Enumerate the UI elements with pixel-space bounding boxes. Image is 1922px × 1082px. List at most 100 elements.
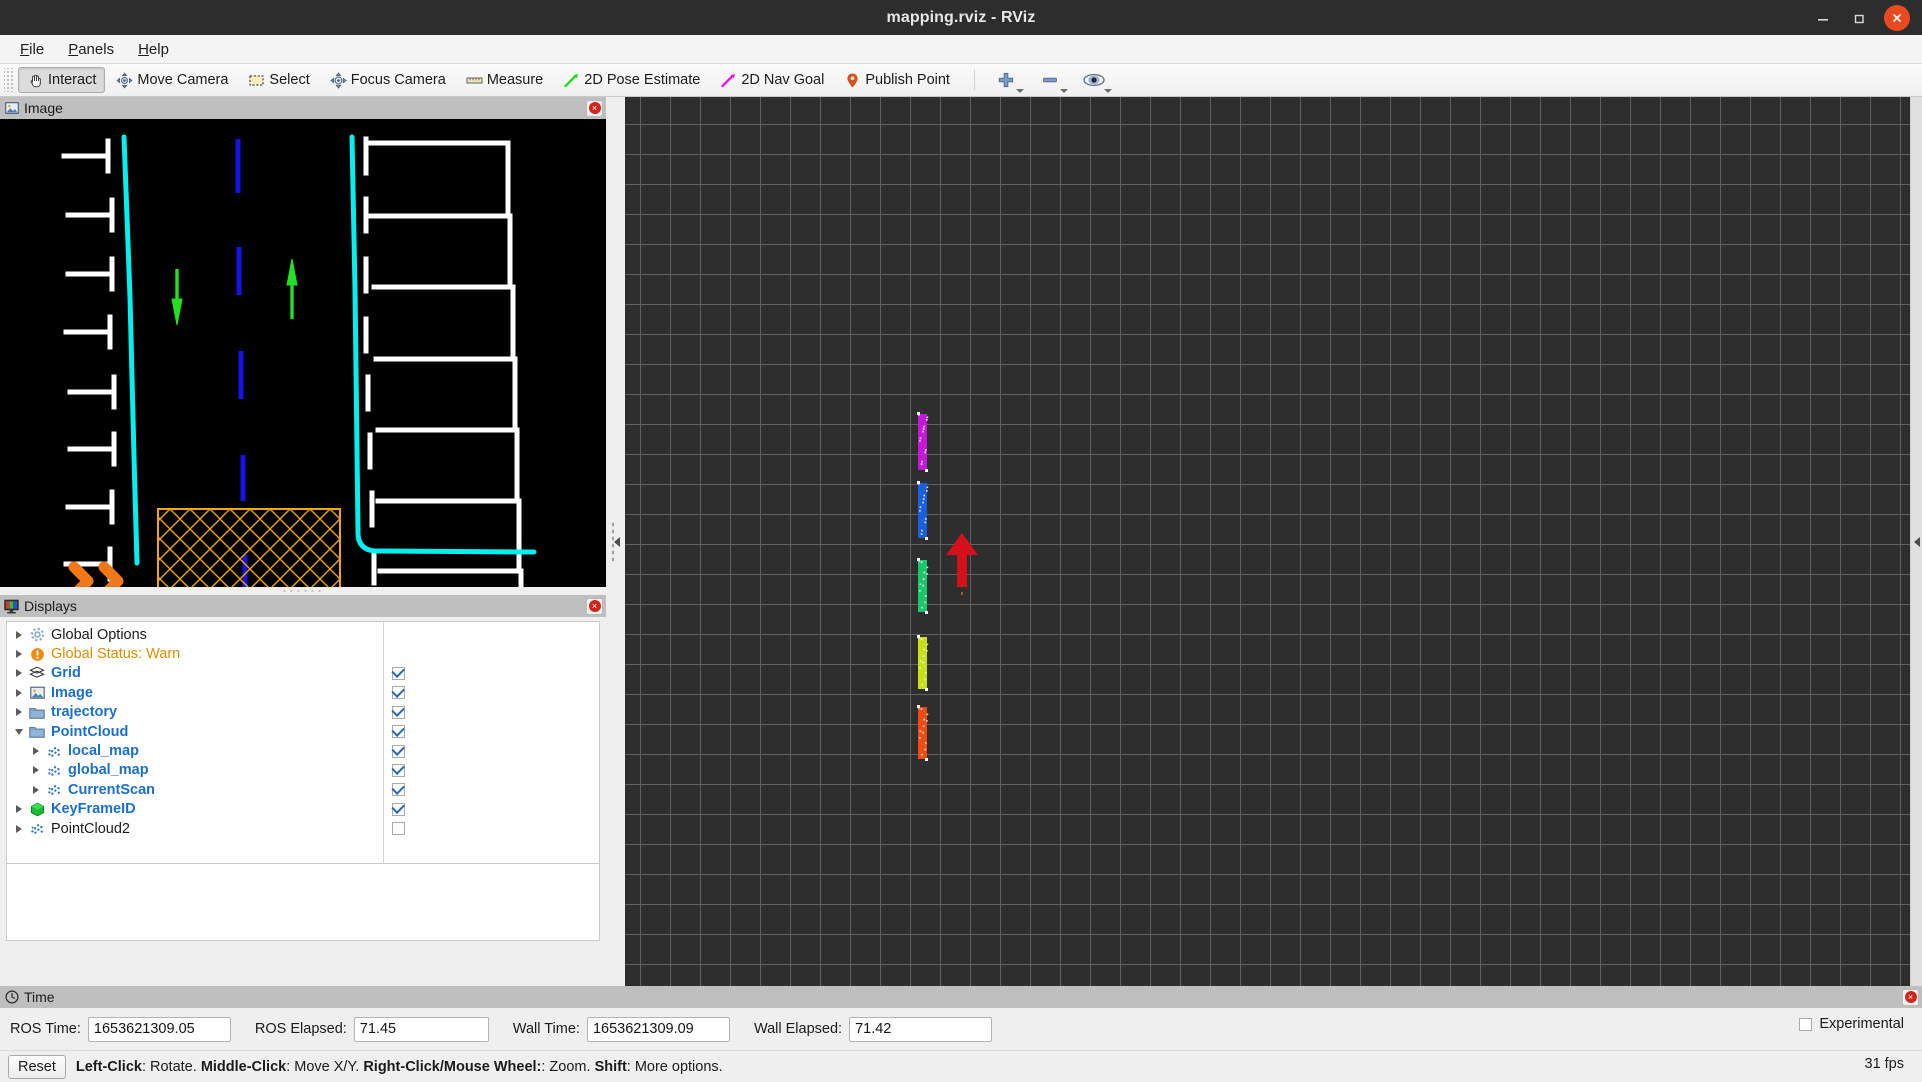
menu-panels[interactable]: Panels	[58, 37, 124, 62]
tool-measure[interactable]: Measure	[457, 67, 552, 93]
hatched-no-parking-zone	[157, 508, 341, 595]
clock-icon	[4, 990, 19, 1005]
tool-interact[interactable]: Interact	[18, 67, 106, 93]
experimental-toggle[interactable]: Experimental	[1799, 1016, 1904, 1032]
ruler-icon	[466, 72, 483, 89]
displays-panel-close-button[interactable]: ×	[586, 597, 603, 615]
chevron-right-icon[interactable]	[10, 805, 28, 814]
pointcloud-icon	[45, 782, 63, 798]
display-tree-label: Global Status: Warn	[51, 646, 181, 663]
display-tree-row-currentscan[interactable]: CurrentScan	[7, 780, 383, 799]
minimize-button[interactable]	[1806, 3, 1840, 33]
menu-file[interactable]: File	[10, 37, 54, 62]
display-tree-row-global-options[interactable]: Global Options	[7, 625, 383, 644]
chevron-right-icon[interactable]	[10, 688, 28, 697]
chevron-right-icon[interactable]	[10, 669, 28, 678]
display-enable-checkbox[interactable]	[392, 763, 405, 777]
display-tree-row-global-status-warn[interactable]: Global Status: Warn	[7, 644, 383, 663]
image-display-canvas[interactable]	[0, 119, 606, 595]
eye-tool-caret	[1103, 89, 1112, 93]
chevron-right-icon[interactable]	[10, 824, 28, 833]
image-panel-close-button[interactable]: ×	[586, 99, 603, 117]
display-tree-row-keyframeid[interactable]: KeyFrameID	[7, 800, 383, 819]
display-tree-row-pointcloud[interactable]: PointCloud	[7, 722, 383, 741]
collapse-right-arrow-icon[interactable]	[1913, 536, 1920, 547]
tool-properties-eye-icon[interactable]	[1081, 68, 1112, 93]
display-tree-row-local-map[interactable]: local_map	[7, 741, 383, 760]
close-button[interactable]	[1884, 4, 1910, 31]
window-title: mapping.rviz - RViz	[886, 8, 1036, 26]
wall-elapsed-label: Wall Elapsed:	[753, 1021, 843, 1037]
display-enable-checkbox[interactable]	[392, 705, 405, 719]
display-tree-row-image[interactable]: Image	[7, 683, 383, 702]
display-tree-row-pointcloud2[interactable]: PointCloud2	[7, 819, 383, 838]
display-tree-row-trajectory[interactable]: trajectory	[7, 703, 383, 722]
time-panel-titlebar[interactable]: Time ×	[0, 986, 1922, 1008]
display-tree-label: CurrentScan	[68, 781, 156, 798]
display-tree-label: KeyFrameID	[51, 801, 136, 818]
display-enable-checkbox[interactable]	[392, 666, 405, 680]
tool-move-camera[interactable]: Move Camera	[107, 67, 237, 93]
left-dock-column: Image × Displays × Global Options Global…	[0, 97, 606, 1082]
chevron-down-icon[interactable]	[10, 728, 28, 735]
tool-2d-pose-estimate-label: 2D Pose Estimate	[584, 72, 701, 88]
displays-tree-rows: Global Options Global Status: Warn Grid Ima…	[7, 622, 383, 863]
tool-measure-label: Measure	[486, 72, 544, 88]
chevron-right-icon[interactable]	[27, 785, 45, 794]
tool-select[interactable]: Select	[239, 67, 318, 93]
display-enable-checkbox[interactable]	[392, 744, 405, 758]
toolbar-drag-grip[interactable]	[4, 68, 14, 92]
chevron-right-icon[interactable]	[27, 766, 45, 775]
close-icon: ×	[588, 102, 601, 114]
menu-help[interactable]: Help	[128, 37, 179, 62]
tool-publish-point[interactable]: Publish Point	[835, 67, 959, 93]
maximize-button[interactable]	[1842, 3, 1876, 33]
gear-icon	[28, 627, 46, 643]
displays-tree[interactable]: Global Options Global Status: Warn Grid Ima…	[6, 621, 600, 863]
render-view-3d[interactable]	[625, 97, 1910, 986]
display-enable-checkbox[interactable]	[392, 783, 405, 797]
add-tool-icon[interactable]	[993, 68, 1024, 93]
display-enable-checkbox[interactable]	[392, 822, 405, 836]
display-properties-pane[interactable]	[6, 863, 600, 941]
display-enable-checkbox[interactable]	[392, 725, 405, 739]
display-enable-cell	[384, 722, 599, 741]
tool-2d-pose-estimate[interactable]: 2D Pose Estimate	[554, 67, 709, 93]
add-tool-caret	[1015, 89, 1024, 93]
tool-2d-nav-goal[interactable]: 2D Nav Goal	[711, 67, 833, 93]
display-tree-row-global-map[interactable]: global_map	[7, 761, 383, 780]
chevron-right-icon[interactable]	[10, 650, 28, 659]
display-enable-checkbox[interactable]	[392, 686, 405, 700]
pointcloud-icon	[45, 743, 63, 759]
keyframe-cluster-yellow	[917, 635, 929, 691]
splitter-dots	[281, 589, 325, 593]
chevron-right-icon[interactable]	[10, 708, 28, 717]
display-enable-cell	[384, 780, 599, 799]
dock-render-splitter[interactable]	[606, 97, 625, 986]
parking-lot-map-render	[0, 119, 606, 595]
keyframe-cluster-orange	[917, 705, 929, 761]
toolbar-separator	[973, 70, 975, 90]
ros-elapsed-input[interactable]	[353, 1016, 489, 1042]
chevron-right-icon[interactable]	[10, 630, 28, 639]
time-panel-close-button[interactable]: ×	[1902, 988, 1919, 1006]
image-panel-titlebar[interactable]: Image ×	[0, 97, 606, 119]
wall-elapsed-input[interactable]	[849, 1016, 993, 1042]
displays-panel-titlebar[interactable]: Displays ×	[0, 595, 606, 617]
ros-time-input[interactable]	[87, 1016, 231, 1042]
displays-panel-body: Global Options Global Status: Warn Grid Ima…	[0, 617, 606, 987]
chevron-right-icon[interactable]	[27, 747, 45, 756]
render-right-splitter[interactable]	[1910, 97, 1922, 986]
mouse-hint-text: Left-Click: Rotate. Middle-Click: Move X…	[75, 1058, 723, 1075]
reset-button[interactable]: Reset	[8, 1054, 66, 1079]
experimental-checkbox[interactable]	[1799, 1017, 1813, 1031]
wall-time-input[interactable]	[586, 1016, 730, 1042]
tool-focus-camera[interactable]: Focus Camera	[321, 67, 455, 93]
display-tree-row-grid[interactable]: Grid	[7, 664, 383, 683]
image-displays-splitter[interactable]	[0, 587, 606, 595]
window-titlebar: mapping.rviz - RViz	[0, 0, 1922, 35]
warning-icon	[28, 646, 46, 662]
remove-tool-icon[interactable]	[1037, 68, 1068, 93]
collapse-dock-arrow-icon[interactable]	[614, 536, 620, 547]
display-enable-checkbox[interactable]	[392, 802, 405, 816]
